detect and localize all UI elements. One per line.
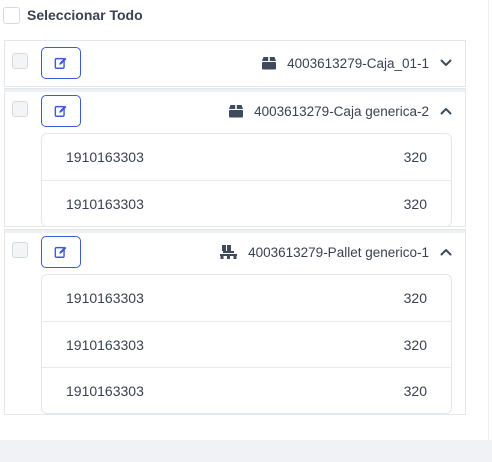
- edit-icon: [54, 105, 67, 117]
- package-group-header[interactable]: 4003613279-Caja generica-2: [5, 89, 465, 133]
- item-quantity: 320: [403, 336, 427, 353]
- select-all-label: Seleccionar Todo: [27, 7, 143, 23]
- edit-button[interactable]: [41, 95, 81, 127]
- package-group: 4003613279-Caja_01-1: [4, 40, 466, 87]
- group-title[interactable]: 4003613279-Pallet generico-1: [219, 230, 453, 274]
- edit-icon: [54, 57, 67, 69]
- chevron-up-icon[interactable]: [439, 245, 453, 259]
- list-item[interactable]: 1910163303 320: [42, 367, 451, 413]
- list-item[interactable]: 1910163303 320: [42, 134, 451, 180]
- item-code: 1910163303: [66, 149, 144, 165]
- package-group-header[interactable]: 4003613279-Caja_01-1: [5, 41, 465, 85]
- item-quantity: 320: [403, 290, 427, 306]
- edit-button[interactable]: [41, 236, 81, 268]
- chevron-up-icon[interactable]: [439, 104, 453, 118]
- group-checkbox[interactable]: [12, 53, 28, 69]
- item-quantity: 320: [403, 149, 427, 165]
- box-icon: [261, 55, 277, 71]
- pallet-icon: [219, 244, 238, 260]
- footer-bar: [0, 440, 492, 462]
- list-item[interactable]: 1910163303 320: [42, 180, 451, 226]
- group-title[interactable]: 4003613279-Caja generica-2: [228, 89, 453, 133]
- item-quantity: 320: [403, 195, 427, 212]
- box-icon: [228, 103, 244, 119]
- item-code: 1910163303: [66, 195, 144, 212]
- group-checkbox[interactable]: [12, 242, 28, 258]
- group-title[interactable]: 4003613279-Caja_01-1: [261, 41, 453, 85]
- edit-button[interactable]: [41, 47, 81, 79]
- package-group-header[interactable]: 4003613279-Pallet generico-1: [5, 230, 465, 274]
- group-title-text: 4003613279-Caja_01-1: [287, 55, 429, 71]
- item-list: 1910163303 320 1910163303 320: [41, 133, 452, 227]
- item-quantity: 320: [403, 382, 427, 399]
- item-code: 1910163303: [66, 290, 144, 306]
- item-code: 1910163303: [66, 382, 144, 399]
- item-list: 1910163303 320 1910163303 320 1910163303…: [41, 274, 452, 414]
- list-item[interactable]: 1910163303 320: [42, 275, 451, 321]
- group-title-text: 4003613279-Pallet generico-1: [248, 244, 429, 260]
- package-group: 4003613279-Pallet generico-1 1910163303 …: [4, 229, 466, 415]
- group-title-text: 4003613279-Caja generica-2: [254, 103, 429, 119]
- edit-icon: [54, 246, 67, 258]
- list-item[interactable]: 1910163303 320: [42, 321, 451, 367]
- packages-panel: Seleccionar Todo 4003613279-Caja_01-1 40…: [0, 0, 489, 440]
- select-all-checkbox[interactable]: [3, 6, 20, 24]
- select-all[interactable]: Seleccionar Todo: [3, 6, 143, 24]
- package-group: 4003613279-Caja generica-2 1910163303 32…: [4, 88, 466, 227]
- item-code: 1910163303: [66, 336, 144, 353]
- chevron-down-icon[interactable]: [439, 56, 453, 70]
- group-checkbox[interactable]: [12, 101, 28, 117]
